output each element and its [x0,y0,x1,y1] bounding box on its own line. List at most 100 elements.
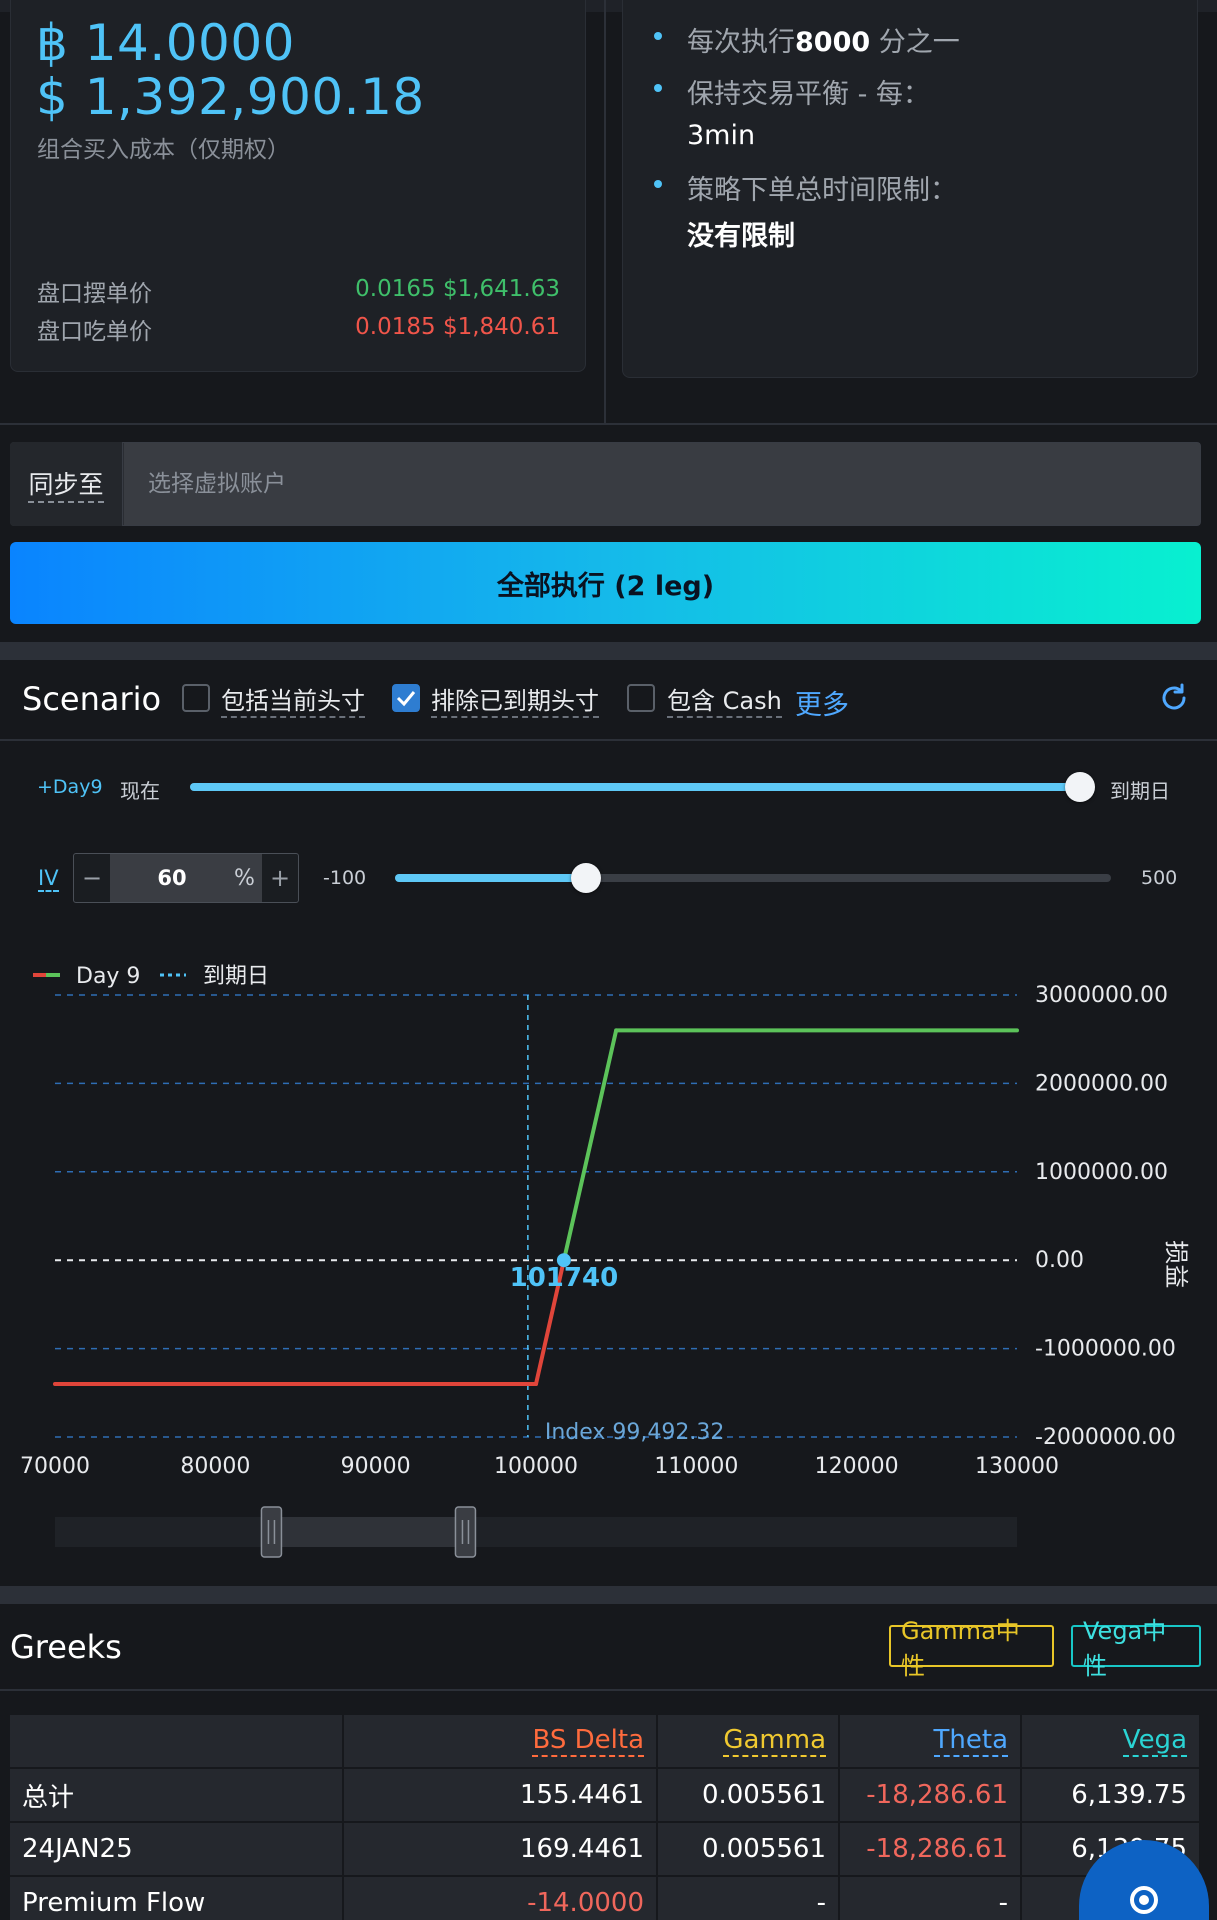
table-cell: 总计 [10,1769,344,1821]
exec-fraction-prefix: 每次执行 [687,27,795,58]
x-tick-label: 70000 [20,1454,90,1479]
exec-fraction-suffix: 分之一 [870,27,960,58]
day-offset-label: +Day9 [37,776,103,798]
y-tick-label: -2000000.00 [1035,1425,1176,1450]
range-window [271,1517,466,1547]
scenario-title: Scenario [22,680,162,718]
bullet-dot [654,32,662,40]
day-slider-thumb[interactable] [1065,772,1095,802]
vega-neutral-button[interactable]: Vega中性 [1071,1617,1201,1680]
expiry-label: 到期日 [1110,779,1170,803]
y-tick-label: 0.00 [1035,1248,1084,1273]
iv-max-label: 500 [1141,867,1178,889]
include-cash-checkbox[interactable] [627,684,655,712]
table-cell: Premium Flow [10,1877,344,1920]
table-cell: -18,286.61 [840,1769,1022,1821]
time-limit-label: 策略下单总时间限制： [687,175,957,206]
breakeven-label: 101740 [510,1263,619,1293]
table-row: Premium Flow -14.0000 - - [10,1877,1201,1920]
table-row: 24JAN25 169.4461 0.005561 -18,286.61 6,1… [10,1823,1201,1875]
include-current-checkbox[interactable] [182,684,210,712]
maker-price-label: 盘口摆单价 [37,281,152,307]
iv-value-field[interactable]: 60 % [110,854,262,902]
iv-slider-thumb[interactable] [570,863,601,893]
gamma-header: Gamma [723,1725,826,1757]
pnl-line-segment [561,1028,619,1263]
iv-value[interactable]: 60 [110,866,234,890]
y-tick-label: 2000000.00 [1035,1071,1168,1096]
virtual-account-select[interactable] [124,443,1200,525]
headset-icon [1130,1886,1158,1914]
checkmark-icon [396,691,416,707]
vega-header: Vega [1122,1725,1187,1757]
iv-increment-button[interactable]: + [262,854,298,902]
pnl-chart[interactable]: 3000000.00 2000000.00 1000000.00 0.00 -10000… [0,950,1217,1570]
table-header-cell [10,1715,344,1767]
include-cash-label[interactable]: 包含 Cash [667,686,782,718]
x-tick-label: 100000 [494,1454,578,1479]
usd-cost: $ 1,392,900.18 [36,68,425,126]
usd-amount: 1,392,900.18 [84,68,425,126]
scenario-divider [0,739,1217,741]
iv-decrement-button[interactable]: − [74,854,110,902]
table-cell: 0.005561 [658,1823,840,1875]
rebalance-label: 保持交易平衡 - 每： [687,79,930,110]
btc-cost: ฿ 14.0000 [36,14,295,72]
exec-fraction: 每次执行8000 分之一 [687,20,960,59]
include-current-label[interactable]: 包括当前头寸 [221,686,365,718]
index-label: Index 99,492.32 [545,1420,725,1445]
iv-slider-fill [395,874,586,882]
exclude-expired-checkbox[interactable] [392,684,420,712]
range-track [55,1517,1017,1547]
bullet-dot [654,84,662,92]
now-label: 现在 [120,779,160,803]
legend-expiry: 到期日 [203,964,269,989]
table-cell: - [840,1877,1022,1920]
bullet-dot [654,180,662,188]
cost-label: 组合买入成本（仅期权） [37,137,290,163]
btc-symbol: ฿ [36,14,69,72]
refresh-icon[interactable] [1158,682,1190,714]
x-tick-label: 120000 [815,1454,899,1479]
x-tick-label: 90000 [341,1454,411,1479]
greeks-table: BS Delta Gamma Theta Vega 总计 155.4461 0.… [10,1715,1201,1920]
gamma-neutral-button[interactable]: Gamma中性 [889,1617,1054,1680]
maker-price-value: 0.0165 $1,641.63 [355,276,560,302]
x-tick-label: 110000 [654,1454,738,1479]
table-cell: 6,139.75 [1022,1769,1201,1821]
more-link[interactable]: 更多 [795,683,849,722]
taker-price-value: 0.0185 $1,840.61 [355,314,560,340]
x-tick-label: 80000 [180,1454,250,1479]
section-divider [0,642,1217,660]
range-handle[interactable] [454,1506,477,1558]
vertical-divider [604,0,606,424]
support-chat-button[interactable] [1079,1840,1209,1920]
time-limit-value: 没有限制 [687,221,795,252]
table-cell: 169.4461 [344,1823,658,1875]
sync-label-box: 同步至 [10,442,123,526]
range-handle[interactable] [260,1506,283,1558]
greeks-title: Greeks [10,1628,122,1666]
exclude-expired-label[interactable]: 排除已到期头寸 [431,686,599,718]
btc-amount: 14.0000 [84,14,295,72]
execute-all-button[interactable]: 全部执行 (2 leg) [10,542,1201,624]
y-axis-label: 损益 [1162,1240,1190,1288]
section-divider [0,1586,1217,1604]
bs-delta-header: BS Delta [532,1725,644,1757]
greeks-divider [0,1689,1217,1691]
taker-price-label: 盘口吃单价 [37,319,152,345]
table-cell: -14.0000 [344,1877,658,1920]
table-header-cell: BS Delta [344,1715,658,1767]
table-header-row: BS Delta Gamma Theta Vega [10,1715,1201,1767]
horizontal-divider [0,423,1217,425]
y-tick-label: 3000000.00 [1035,983,1168,1008]
x-tick-label: 130000 [975,1454,1059,1479]
day-slider-fill [190,783,1080,791]
usd-symbol: $ [36,68,69,126]
iv-unit: % [234,865,255,891]
table-header-cell: Gamma [658,1715,840,1767]
table-row: 总计 155.4461 0.005561 -18,286.61 6,139.75 [10,1769,1201,1821]
table-cell: - [658,1877,840,1920]
iv-min-label: -100 [323,867,367,889]
exec-fraction-number: 8000 [795,27,871,58]
